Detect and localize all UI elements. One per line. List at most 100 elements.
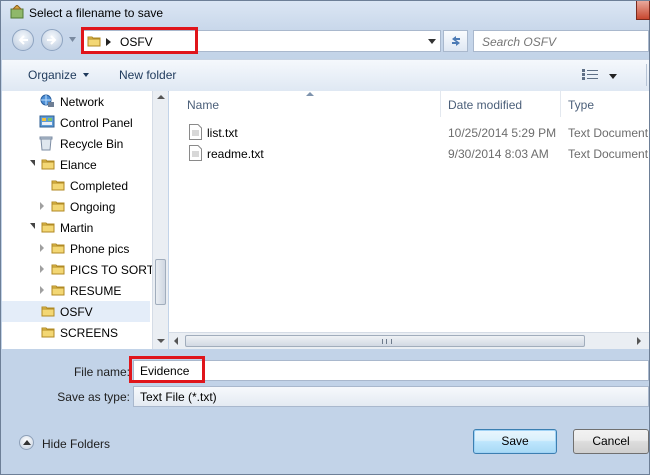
forward-arrow-icon [47, 35, 57, 45]
scroll-up-icon[interactable] [157, 95, 165, 99]
column-header-type[interactable]: Type [560, 91, 649, 117]
control-panel-icon [39, 115, 55, 132]
scroll-right-icon[interactable] [637, 337, 641, 345]
app-icon [10, 5, 24, 19]
grip-icon [382, 339, 392, 344]
collapsed-chevron-icon[interactable] [40, 244, 44, 252]
highlight-box-filename [129, 356, 205, 383]
hide-folders-label: Hide Folders [42, 437, 111, 451]
scroll-down-icon[interactable] [157, 339, 165, 343]
view-dropdown-icon[interactable] [609, 74, 617, 79]
sidebar-item-control-panel[interactable]: Control Panel [2, 112, 150, 133]
column-header-date[interactable]: Date modified [440, 91, 560, 117]
save-as-type-label: Save as type: [57, 390, 130, 404]
back-button[interactable] [12, 29, 34, 51]
file-row[interactable]: readme.txt 9/30/2014 8:03 AM Text Docume… [169, 144, 649, 164]
title-bar: Select a filename to save [1, 1, 650, 25]
forward-button[interactable] [41, 29, 63, 51]
back-arrow-icon [18, 35, 28, 45]
sidebar-item-pics-to-sort[interactable]: PICS TO SORT [2, 259, 154, 280]
close-button[interactable] [636, 1, 650, 20]
file-name: readme.txt [207, 147, 264, 161]
sidebar-item-label: Control Panel [60, 116, 133, 130]
sidebar-item-label: OSFV [60, 305, 93, 319]
expanded-chevron-icon[interactable] [30, 160, 35, 166]
sidebar-item-label: Recycle Bin [60, 137, 124, 151]
folder-icon [51, 241, 65, 258]
sidebar-item-phone-pics[interactable]: Phone pics [2, 238, 150, 259]
sidebar-item-resume[interactable]: RESUME [2, 280, 150, 301]
horizontal-scroll-thumb[interactable] [185, 335, 585, 347]
folder-icon [51, 178, 65, 195]
view-options-icon[interactable] [582, 69, 600, 81]
refresh-icon [452, 36, 460, 46]
address-dropdown-icon[interactable] [428, 39, 436, 44]
file-list-pane: Name Date modified Type list.txt 10/25/2… [169, 91, 649, 349]
sidebar-item-label: Elance [60, 158, 97, 172]
folder-icon [41, 220, 55, 237]
highlight-box-address [81, 27, 198, 54]
text-file-icon [189, 145, 202, 161]
scroll-left-icon[interactable] [174, 337, 178, 345]
sidebar-item-label: Martin [60, 221, 94, 235]
save-as-type-value: Text File (*.txt) [140, 390, 217, 404]
nav-scroll-thumb[interactable] [155, 259, 166, 305]
save-dialog: Select a filename to save OSFV Organize … [0, 0, 650, 475]
file-name-input[interactable] [140, 363, 620, 378]
sidebar-item-label: Ongoing [70, 200, 116, 214]
collapsed-chevron-icon[interactable] [40, 286, 44, 294]
search-box[interactable] [473, 30, 649, 52]
file-list-scrollbar[interactable] [169, 332, 649, 349]
file-name-label: File name: [73, 365, 130, 379]
window-title: Select a filename to save [29, 6, 164, 20]
expanded-chevron-icon[interactable] [30, 223, 35, 229]
organize-label: Organize [28, 68, 77, 82]
sidebar-item-network[interactable]: Network [2, 91, 150, 112]
folder-icon [41, 304, 55, 321]
text-file-icon [189, 124, 202, 140]
file-row[interactable]: list.txt 10/25/2014 5:29 PM Text Documen… [169, 123, 649, 143]
collapsed-chevron-icon[interactable] [40, 202, 44, 210]
sidebar-item-elance[interactable]: Elance [2, 154, 150, 175]
file-date: 10/25/2014 5:29 PM [448, 126, 557, 140]
folder-icon [51, 199, 65, 216]
cancel-button[interactable]: Cancel [573, 429, 649, 454]
sidebar-item-recycle-bin[interactable]: Recycle Bin [2, 133, 150, 154]
column-header-name[interactable]: Name [179, 91, 441, 117]
sidebar-item-ongoing[interactable]: Ongoing [2, 196, 150, 217]
file-type: Text Document [568, 126, 649, 140]
folder-icon [41, 325, 55, 342]
search-input[interactable] [480, 33, 634, 51]
chevron-down-icon [82, 73, 89, 77]
sidebar-item-screens[interactable]: SCREENS [2, 322, 150, 343]
sidebar-item-label: Completed [70, 179, 129, 193]
sidebar-item-label: PICS TO SORT [70, 263, 155, 277]
sidebar-item-label: Phone pics [70, 242, 130, 256]
file-name-field[interactable] [133, 360, 649, 381]
new-folder-button[interactable]: New folder [119, 68, 176, 82]
folder-icon [51, 262, 65, 279]
organize-menu[interactable]: Organize [28, 68, 89, 82]
toolbar-divider [646, 64, 647, 86]
recent-pages-chevron-icon[interactable] [69, 37, 76, 42]
column-header-name-label: Name [187, 98, 220, 112]
cancel-label: Cancel [592, 434, 630, 448]
nav-scrollbar[interactable] [152, 91, 168, 349]
save-as-type-select[interactable]: Text File (*.txt) [133, 386, 649, 407]
sidebar-item-label: Network [60, 95, 105, 109]
refresh-button[interactable] [443, 30, 468, 52]
network-icon [39, 94, 55, 111]
recycle-bin-icon [39, 136, 53, 154]
sidebar-item-osfv[interactable]: OSFV [2, 301, 150, 322]
navigation-pane: Network Control Panel Recycle Bin Elance Com… [2, 91, 168, 349]
save-label: Save [501, 434, 529, 448]
collapsed-chevron-icon[interactable] [40, 265, 44, 273]
sidebar-item-completed[interactable]: Completed [2, 175, 150, 196]
save-button[interactable]: Save [473, 429, 557, 454]
sidebar-item-label: SCREENS [60, 326, 119, 340]
sidebar-item-label: RESUME [70, 284, 122, 298]
file-date: 9/30/2014 8:03 AM [448, 147, 549, 161]
folder-icon [41, 157, 55, 174]
collapse-icon [19, 435, 34, 450]
sidebar-item-martin[interactable]: Martin [2, 217, 150, 238]
